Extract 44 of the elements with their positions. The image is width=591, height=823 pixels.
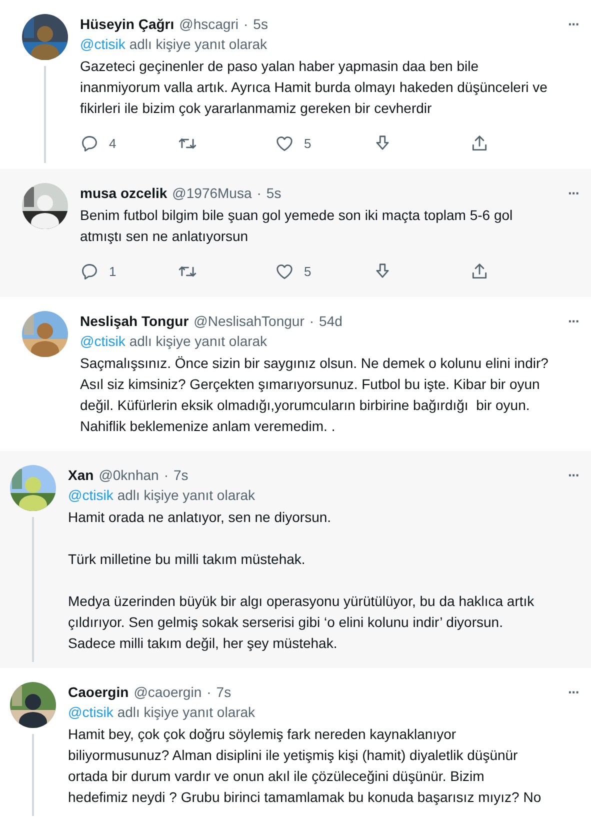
reply-context: adlı kişiye yanıt olarak: [129, 333, 268, 349]
user-name[interactable]: Hüseyin Çağrı: [80, 14, 174, 34]
more-icon[interactable]: ···: [568, 183, 579, 203]
tweet-text: Saçmalışsınız. Önce sizin bir saygınız olsun. Ne demek o kolunu elini indir? Asıl siz kimsiniz? Gerçekten şımarıyorsunuz. Futbol bu işte. Kibar bir oyun değil. Küfürlerin eksik olmadığı,yorumcuların birbirine bağırdığı bir oyun. Nahiflik beklemenize anlam veremedim. .: [80, 354, 550, 436]
reply-context: adlı kişiye yanıt olarak: [129, 36, 268, 52]
user-name[interactable]: Xan: [68, 465, 94, 485]
reply-count: 1: [109, 264, 116, 278]
separator: ·: [206, 683, 212, 702]
reply-context: adlı kişiye yanıt olarak: [117, 487, 256, 503]
timestamp[interactable]: 54d: [319, 311, 342, 331]
timestamp[interactable]: 7s: [174, 465, 188, 485]
like-count: 5: [304, 136, 312, 150]
separator: ·: [256, 184, 262, 203]
user-handle[interactable]: @hscagri: [179, 14, 238, 34]
more-icon[interactable]: ···: [568, 682, 579, 702]
tweet-text: Hamit orada ne anlatıyor, sen ne diyorsun. Türk milletine bu milli takım müstehak. Medya üzerinden büyük bir algı operasyonu yürütülüyor, bu da haklıca artık çıldırıyor. Sen gelmiş sokak serserisi gibi ‘o elini kolunu indir’ diyorsun. Sadece milli takım değil, her şey müstehak.: [68, 508, 536, 653]
timestamp[interactable]: 5s: [253, 14, 268, 34]
user-name[interactable]: Caoergin: [68, 682, 129, 702]
user-handle[interactable]: @1976Musa: [172, 183, 252, 203]
user-handle[interactable]: @caoergin: [134, 682, 202, 702]
user-handle[interactable]: @NeslisahTongur: [194, 311, 304, 331]
reply-icon[interactable]: [80, 134, 99, 152]
user-handle[interactable]: @0knhan: [98, 465, 159, 485]
heart-icon[interactable]: [275, 262, 294, 280]
reply-count: 4: [109, 136, 116, 150]
more-icon[interactable]: ···: [568, 311, 579, 331]
tweet-text: Hamit bey, çok çok doğru söylemiş fark nereden kaynaklanıyor biliyormusunuz? Alman disiplini ile yetişmiş kişi (hamit) diyaletlik düşünür ortada bir durum vardır ve onun akıl ile çözüleceğini düşünür. Bizim hedefimiz neydi ? Grubu birinci tamamlamak bu konuda başarısız mıyız? No: [68, 725, 542, 807]
tweet-text: Benim futbol bilgim bile şuan gol yemede son iki maçta toplam 5-6 gol atmıştı sen ne anlatıyorsun: [80, 206, 514, 246]
reply-icon[interactable]: [80, 262, 99, 280]
like-count: 5: [304, 264, 312, 278]
timestamp[interactable]: 7s: [216, 682, 232, 702]
more-icon[interactable]: ···: [568, 14, 579, 34]
user-name[interactable]: Neslişah Tongur: [80, 311, 189, 331]
user-name[interactable]: musa ozcelik: [80, 183, 168, 203]
separator: ·: [309, 312, 314, 331]
reply-context: adlı kişiye yanıt olarak: [117, 704, 256, 720]
timestamp[interactable]: 5s: [266, 183, 282, 203]
heart-icon[interactable]: [275, 134, 294, 152]
separator: ·: [243, 15, 248, 34]
more-icon[interactable]: ···: [568, 465, 579, 485]
share-icon[interactable]: [470, 262, 489, 280]
tweet-text: Gazeteci geçinenler de paso yalan haber yapmasin daa ben bile inanmiyorum valla artık. Ayrıca Hamit burda olmayı hakeden düşünceleri ve fikirleri ile bizim çok yararlanmamiz gereken bir cevherdir: [80, 57, 548, 118]
share-icon[interactable]: [470, 134, 489, 152]
separator: ·: [164, 466, 169, 485]
